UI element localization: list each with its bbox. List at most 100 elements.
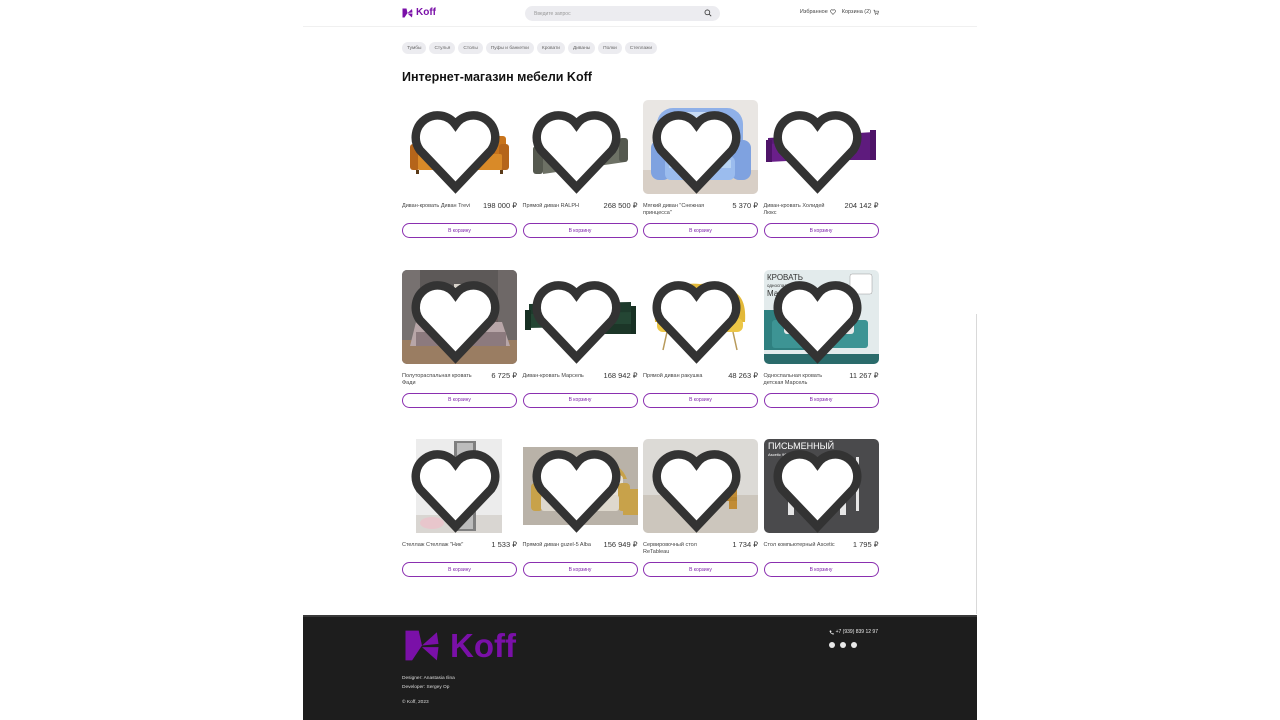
add-to-cart-button[interactable]: В корзину [522,223,638,238]
add-to-cart-button[interactable]: В корзину [763,562,879,577]
vk-icon[interactable] [829,642,835,648]
product-name[interactable]: Стеллаж Стеллаж "Ник" [402,542,474,549]
youtube-icon[interactable] [840,642,846,648]
phone-icon [829,630,834,635]
product-card: Стеллаж Стеллаж "Ник" 1 533 ₽ В корзину [402,439,517,609]
product-price: 156 949 ₽ [603,540,638,549]
heart-icon[interactable] [523,273,634,364]
product-card: Прямой диван guzel-5 Alba 156 949 ₽ В ко… [522,439,638,609]
product-card: Диван-кровать Марсель 168 942 ₽ В корзин… [522,269,638,440]
product-name[interactable]: Полутораспальная кровать Фади [402,373,474,387]
add-to-cart-button[interactable]: В корзину [763,223,879,238]
add-to-cart-button[interactable]: В корзину [763,392,879,408]
product-image[interactable] [643,269,758,364]
site-header: Koff Избранное Корзина (2) [303,0,977,27]
page-title: Интернет-магазин мебели Koff [402,70,592,84]
footer-logo[interactable]: Koff [402,629,516,662]
product-grid: Диван-кровать Диван Trevi 198 000 ₽ В ко… [402,100,879,609]
search-icon[interactable] [704,9,712,17]
footer-logo-text: Koff [450,627,516,664]
heart-icon[interactable] [643,103,754,194]
product-image[interactable] [763,100,879,194]
category-item[interactable]: Кровати [536,42,565,54]
designer-credit: Designer: Anastasia Ilina [402,676,455,681]
site-footer: Koff Designer: Anastasia Ilina Developer… [303,615,977,720]
copyright: © Koff, 2023 [402,700,429,705]
search-input[interactable] [534,8,694,19]
product-card: Диван-кровать Холидей Люкс 204 142 ₽ В к… [763,100,879,270]
product-price: 5 370 ₽ [732,201,758,210]
cart-label: Корзина (2) [841,9,871,15]
product-image[interactable]: КРОВАТЬ односпальная Марсель [763,269,879,364]
category-item[interactable]: Столы [458,42,483,54]
add-to-cart-button[interactable]: В корзину [643,562,758,577]
product-name[interactable]: Мягкий диван "Снежная принцесса" [643,203,715,217]
favorites-label: Избранное [799,9,828,15]
favorites-link[interactable]: Избранное [800,9,836,15]
product-card: Прямой диван RALPH 268 500 ₽ В корзину [522,100,638,270]
product-name[interactable]: Диван-кровать Диван Trevi [402,203,474,210]
heart-icon[interactable] [643,273,754,364]
heart-icon[interactable] [402,103,513,194]
heart-icon[interactable] [764,442,875,533]
category-item[interactable]: Стеллажи [624,42,658,54]
add-to-cart-button[interactable]: В корзину [643,392,758,408]
product-name[interactable]: Прямой диван ракушка [643,373,715,380]
category-item[interactable]: Диваны [567,42,596,54]
category-item[interactable]: Стулья [429,42,456,54]
product-name[interactable]: Стол компьютерный Ascetic [764,542,836,549]
footer-phone[interactable]: +7 (939) 839 12 97 [829,629,878,635]
product-image[interactable] [402,100,517,194]
cart-link[interactable]: Корзина (2) [842,9,879,15]
product-price: 48 263 ₽ [728,370,758,380]
product-name[interactable]: Прямой диван guzel-5 Alba [523,542,595,549]
product-name[interactable]: Диван-кровать Марсель [523,373,595,380]
heart-icon[interactable] [402,442,513,533]
add-to-cart-button[interactable]: В корзину [522,392,638,408]
category-item[interactable]: Тумбы [402,42,427,54]
product-card: КРОВАТЬ односпальная Марсель Односпальна… [763,269,879,440]
category-list: Тумбы Стулья Столы Пуфы и банкетки Крова… [402,42,658,54]
heart-icon[interactable] [764,103,875,194]
heart-icon[interactable] [643,442,754,533]
product-image[interactable] [402,439,517,533]
header-logo[interactable]: Koff [402,7,436,18]
product-card: Сервировочный стол ReTableau 1 734 ₽ В к… [643,439,758,609]
add-to-cart-button[interactable]: В корзину [522,562,638,577]
product-image[interactable] [522,269,638,364]
product-price: 6 725 ₽ [491,370,517,380]
koff-logo-icon [405,630,439,661]
product-price: 11 267 ₽ [849,370,879,380]
add-to-cart-button[interactable]: В корзину [643,223,758,238]
product-name[interactable]: Прямой диван RALPH [523,203,595,210]
product-name[interactable]: Односпальная кровать детская Марсель [764,373,836,387]
add-to-cart-button[interactable]: В корзину [402,223,517,238]
heart-icon[interactable] [523,103,634,194]
product-price: 204 142 ₽ [844,201,879,210]
social-links [829,642,857,648]
product-name[interactable]: Сервировочный стол ReTableau [643,542,715,556]
add-to-cart-button[interactable]: В корзину [402,562,517,577]
product-image[interactable] [402,269,517,364]
add-to-cart-button[interactable]: В корзину [402,392,517,408]
product-image[interactable] [643,100,758,194]
product-image[interactable]: ПИСЬМЕННЫЙ Ascetic 900 [763,439,879,533]
product-price: 268 500 ₽ [603,201,638,210]
product-price: 1 533 ₽ [491,540,517,549]
heart-icon[interactable] [402,273,513,364]
product-image[interactable] [522,100,638,194]
phone-number: +7 (939) 839 12 97 [835,629,878,635]
page-edge-line [976,314,977,614]
category-item[interactable]: Пуфы и банкетки [485,42,534,54]
product-price: 1 734 ₽ [732,540,758,549]
telegram-icon[interactable] [851,642,857,648]
product-image[interactable] [522,439,638,533]
product-card: Мягкий диван "Снежная принцесса" 5 370 ₽… [643,100,758,270]
product-card: ПИСЬМЕННЫЙ Ascetic 900 Стол компьютерный… [763,439,879,609]
category-item[interactable]: Полки [598,42,622,54]
product-image[interactable] [643,439,758,533]
heart-icon[interactable] [523,442,634,533]
heart-icon[interactable] [764,273,875,364]
product-name[interactable]: Диван-кровать Холидей Люкс [764,203,836,217]
heart-icon [830,9,836,15]
